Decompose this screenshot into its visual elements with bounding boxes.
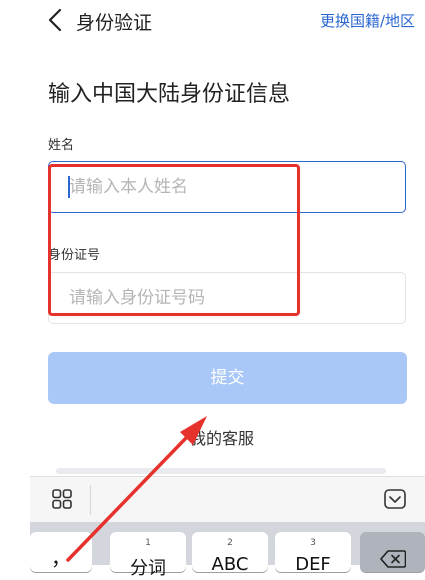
keyboard-grid-icon[interactable] xyxy=(52,489,72,509)
customer-service-link[interactable]: 我的客服 xyxy=(190,425,254,449)
keyboard-collapse-icon[interactable] xyxy=(384,489,406,509)
annotation-highlight-box xyxy=(48,164,300,316)
key-backspace[interactable] xyxy=(360,532,425,572)
page-title: 身份验证 xyxy=(76,12,153,34)
backspace-icon xyxy=(380,550,406,568)
key-hint: 2 xyxy=(227,538,233,548)
submit-button[interactable]: 提交 xyxy=(48,352,407,404)
back-chevron-icon[interactable] xyxy=(44,6,68,34)
key-label: ， xyxy=(51,546,71,570)
form-heading: 输入中国大陆身份证信息 xyxy=(48,82,291,107)
toolbar-divider xyxy=(90,485,91,515)
key-comma[interactable]: ， xyxy=(30,532,92,572)
key-def[interactable]: 3 DEF xyxy=(275,532,351,575)
obscured-info-line xyxy=(56,468,386,474)
name-label: 姓名 xyxy=(48,138,75,153)
key-label: 分词 xyxy=(130,558,166,579)
key-abc[interactable]: 2 ABC xyxy=(192,532,268,575)
key-segment[interactable]: 1 分词 xyxy=(110,532,186,579)
switch-nationality-link[interactable]: 更换国籍/地区 xyxy=(320,10,415,31)
key-hint: 1 xyxy=(145,538,151,548)
key-hint: 3 xyxy=(310,538,316,548)
